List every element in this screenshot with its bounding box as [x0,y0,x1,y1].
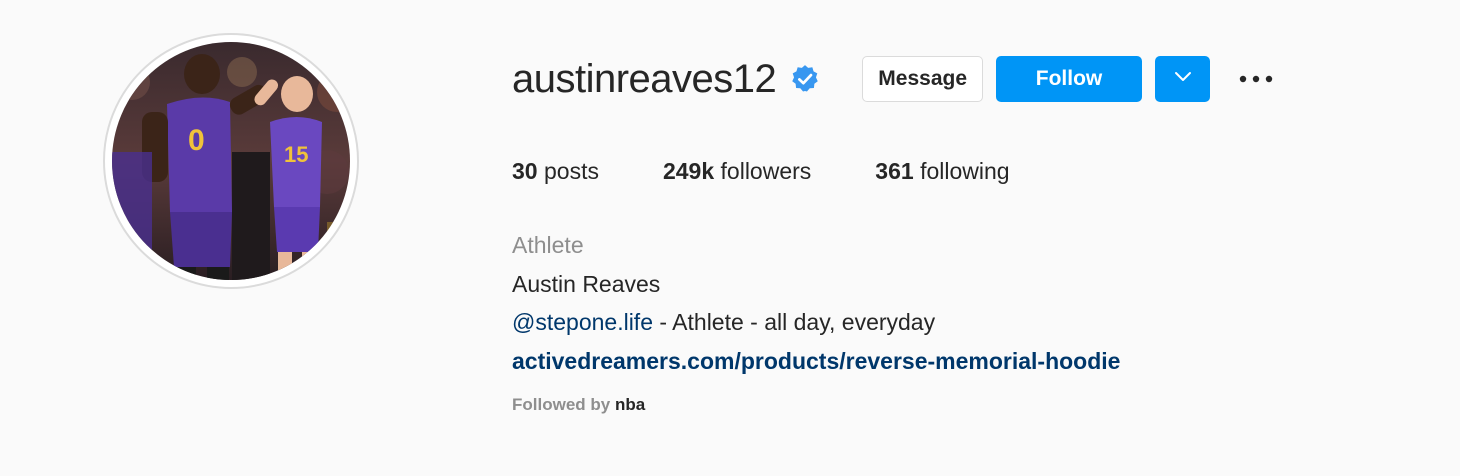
more-options-icon [1239,70,1273,88]
avatar-ring: 0 15 [103,33,359,289]
followers-count: 249k [662,158,715,184]
suggested-accounts-button[interactable] [1155,56,1211,102]
followed-by-prefix: Followed by [512,395,615,414]
username: austinreaves12 [512,57,777,101]
avatar-photo: 0 15 [112,42,350,280]
more-options-button[interactable] [1238,56,1274,102]
avatar[interactable]: 0 15 [112,42,350,280]
bio-website-link[interactable]: activedreamers.com/products/reverse-memo… [512,342,1120,381]
full-name: Austin Reaves [512,270,661,297]
followed-by: Followed by nba [512,395,645,415]
following-label: following [920,158,1010,184]
bio-line: @stepone.life - Athlete - all day, every… [512,303,1120,342]
bio-mention-link[interactable]: @stepone.life [512,309,653,335]
following-stat[interactable]: 361 following [875,156,1009,186]
svg-text:0: 0 [188,124,205,157]
bio-text: - Athlete - all day, everyday [653,309,936,335]
verified-badge-icon [790,64,820,94]
profile-page: 0 15 austinreaves12 Message Follow 30 po… [0,0,1460,476]
profile-stats: 30 posts 249k followers 361 following [512,156,1074,186]
message-button[interactable]: Message [862,56,984,102]
followers-label: followers [720,158,812,184]
posts-count: 30 [512,158,538,184]
posts-label: posts [543,158,599,184]
follow-button[interactable]: Follow [996,56,1143,102]
profile-category: Athlete [512,232,584,258]
svg-text:15: 15 [284,142,308,167]
followers-stat[interactable]: 249k followers [663,156,811,186]
profile-header: austinreaves12 Message Follow [512,55,1274,103]
message-button-label: Message [878,67,968,90]
follow-button-label: Follow [1035,67,1103,90]
posts-stat: 30 posts [512,156,599,186]
profile-bio: Athlete Austin Reaves @stepone.life - At… [512,226,1120,380]
followed-by-account-link[interactable]: nba [615,395,645,414]
following-count: 361 [875,158,914,184]
chevron-down-icon [1173,70,1193,88]
